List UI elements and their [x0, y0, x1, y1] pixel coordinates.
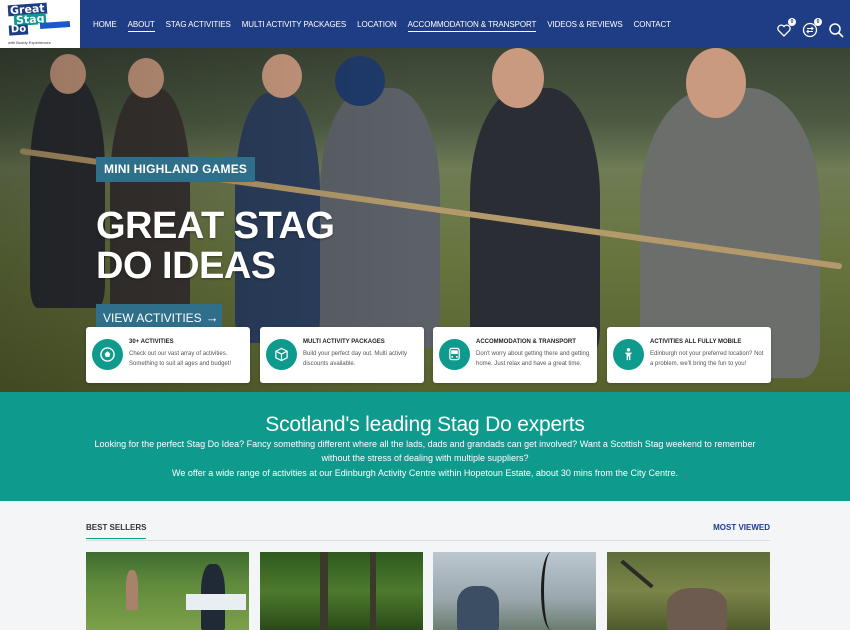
- logo-stripe: [39, 20, 71, 30]
- feature-desc: Build your perfect day out. Multi activi…: [303, 351, 408, 367]
- hero-tag: MINI HIGHLAND GAMES: [96, 157, 256, 182]
- site-header: Great Stag Do with Buddy Experiences HOM…: [0, 0, 850, 48]
- intro-paragraph-2: We offer a wide range of activities at o…: [172, 468, 678, 478]
- feature-icon-wrap: [266, 339, 297, 370]
- photo-tree: [370, 552, 376, 630]
- photo-figure: [667, 588, 727, 630]
- feature-card-accommodation[interactable]: ACCOMMODATION & TRANSPORT Don't worry ab…: [433, 327, 597, 383]
- person-icon: [624, 348, 633, 361]
- hero-title-line2: DO IDEAS: [96, 245, 276, 287]
- intro-heading: Scotland's leading Stag Do experts: [265, 413, 585, 436]
- logo-line3: Do: [8, 23, 29, 36]
- feature-card-activities[interactable]: 30+ ACTIVITIES Check out our vast array …: [86, 327, 250, 383]
- feature-title: MULTI ACTIVITY PACKAGES: [303, 339, 385, 345]
- wishlist-count-badge: 0: [788, 18, 796, 26]
- feature-title: ACTIVITIES ALL FULLY MOBILE: [650, 339, 742, 345]
- photo-bow: [541, 552, 561, 630]
- product-card-image[interactable]: [433, 552, 596, 630]
- feature-card-mobile[interactable]: ACTIVITIES ALL FULLY MOBILE Edinburgh no…: [607, 327, 771, 383]
- product-tabs: BEST SELLERS MOST VIEWED: [86, 523, 770, 541]
- search-button[interactable]: [828, 22, 844, 38]
- tab-most-viewed[interactable]: MOST VIEWED: [713, 523, 770, 532]
- soccer-ball-icon: [100, 347, 115, 362]
- nav-multi-activity-packages[interactable]: MULTI ACTIVITY PACKAGES: [242, 20, 347, 29]
- product-card-image[interactable]: [260, 552, 423, 630]
- wishlist-button[interactable]: 0: [776, 18, 796, 38]
- feature-icon-wrap: [92, 339, 123, 370]
- feature-icon-wrap: [439, 339, 470, 370]
- product-card-image[interactable]: [607, 552, 770, 630]
- header-icons: 0 0: [776, 18, 844, 38]
- feature-desc: Don't worry about getting there and gett…: [476, 351, 590, 367]
- nav-about[interactable]: ABOUT: [127, 20, 155, 32]
- feature-title: 30+ ACTIVITIES: [129, 339, 174, 345]
- nav-home[interactable]: HOME: [93, 20, 117, 29]
- photo-figure: [457, 586, 499, 630]
- bus-icon: [449, 347, 460, 361]
- box-icon: [275, 347, 288, 362]
- nav-videos-reviews[interactable]: VIDEOS & REVIEWS: [547, 20, 622, 29]
- hero-title-line1: GREAT STAG: [96, 205, 335, 247]
- intro-paragraph-1: Looking for the perfect Stag Do Idea? Fa…: [94, 439, 756, 463]
- photo-banner: [186, 594, 246, 610]
- compare-count-badge: 0: [814, 18, 822, 26]
- feature-desc: Check out our vast array of activities. …: [129, 351, 232, 367]
- product-card-image[interactable]: [86, 552, 249, 630]
- site-logo[interactable]: Great Stag Do with Buddy Experiences: [0, 0, 80, 48]
- nav-contact[interactable]: CONTACT: [634, 20, 671, 29]
- hero-title: GREAT STAG DO IDEAS: [96, 206, 416, 286]
- view-activities-label: VIEW ACTIVITIES: [103, 311, 202, 325]
- hero-figure-head: [686, 48, 746, 118]
- feature-card-multi-activity[interactable]: MULTI ACTIVITY PACKAGES Build your perfe…: [260, 327, 424, 383]
- intro-band: Scotland's leading Stag Do experts Looki…: [0, 392, 850, 501]
- compare-button[interactable]: 0: [802, 18, 822, 38]
- search-icon: [829, 23, 844, 38]
- logo-tagline: with Buddy Experiences: [8, 40, 51, 45]
- hero-figure-head: [492, 48, 544, 108]
- feature-title: ACCOMMODATION & TRANSPORT: [476, 339, 576, 345]
- nav-accommodation-transport[interactable]: ACCOMMODATION & TRANSPORT: [407, 20, 536, 32]
- photo-tree: [320, 552, 328, 630]
- feature-icon-wrap: [613, 339, 644, 370]
- photo-gun: [620, 559, 654, 589]
- tab-best-sellers[interactable]: BEST SELLERS: [86, 523, 147, 539]
- feature-desc: Edinburgh not your preferred location? N…: [650, 351, 764, 367]
- nav-location[interactable]: LOCATION: [357, 20, 397, 29]
- main-nav: HOME ABOUT STAG ACTIVITIES MULTI ACTIVIT…: [93, 0, 682, 48]
- photo-figure: [126, 570, 138, 610]
- nav-stag-activities[interactable]: STAG ACTIVITIES: [166, 20, 231, 29]
